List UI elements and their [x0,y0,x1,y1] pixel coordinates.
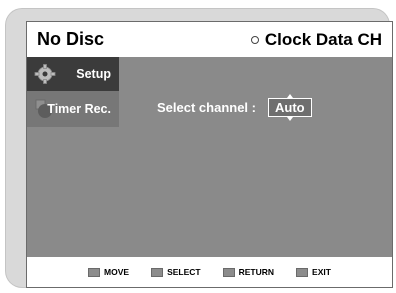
footer-return: RETURN [222,267,275,277]
footer-move: MOVE [88,267,129,277]
channel-select-value: Auto [274,100,305,115]
footer-return-label: RETURN [238,267,275,277]
enter-icon [151,267,164,277]
osd-screen: No Disc Clock Data CH Setup Timer Rec. S… [26,21,393,288]
sidebar-item-label: Setup [76,67,111,81]
return-icon [222,267,235,277]
updown-icon [88,267,101,277]
clock-circle-icon [250,35,259,44]
select-channel-row: Select channel : Auto [157,94,312,121]
main-content: Select channel : Auto [119,57,392,247]
sidebar-menu: Setup Timer Rec. [27,57,119,127]
footer-exit-label: EXIT [312,267,331,277]
sidebar-item-timer-rec[interactable]: Timer Rec. [27,91,119,127]
channel-select[interactable]: Auto [267,94,312,121]
header-status-label: Clock Data CH [264,29,382,49]
page-title: No Disc [37,29,105,49]
select-channel-label: Select channel : [157,100,256,115]
sidebar-item-setup[interactable]: Setup [27,57,119,91]
footer-move-label: MOVE [104,267,130,277]
sidebar-item-label: Timer Rec. [47,102,111,116]
gear-icon [33,63,57,85]
header-bar: No Disc Clock Data CH [27,22,392,57]
header-status: Clock Data CH [250,29,382,50]
footer-exit: EXIT [296,267,331,277]
down-arrow-icon [286,117,293,121]
exit-icon [296,267,309,277]
footer-select-label: SELECT [167,267,201,277]
up-arrow-icon [286,94,293,98]
footer-select: SELECT [151,267,201,277]
footer-help-bar: MOVE SELECT RETURN EXIT [27,257,392,287]
